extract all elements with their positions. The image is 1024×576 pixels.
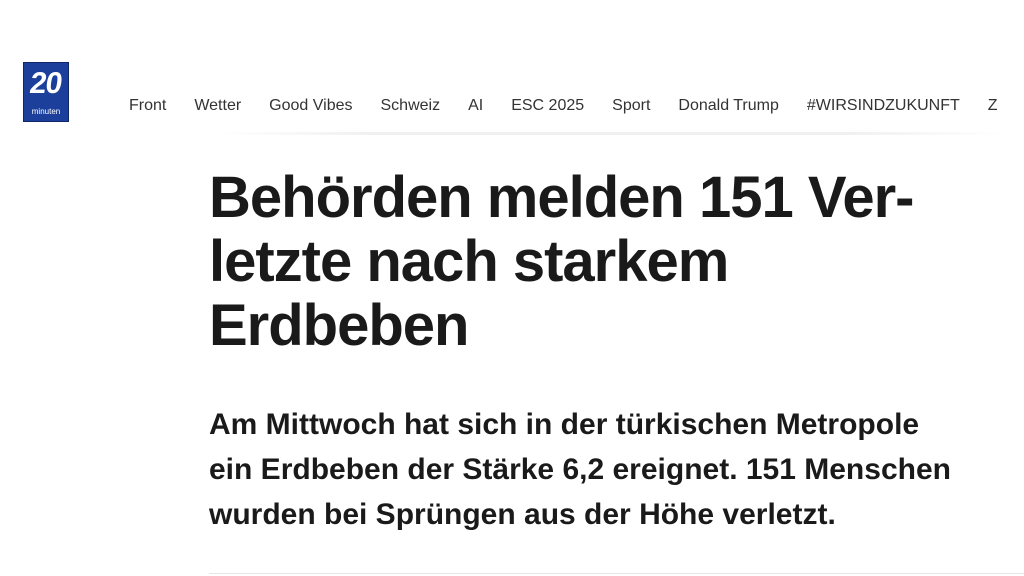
article-headline: Behörden melden 151 Ver- letzte nach sta…	[209, 166, 969, 358]
content-divider	[209, 573, 1024, 574]
nav-item-truncated[interactable]: Z	[974, 93, 1012, 119]
nav-item-donald-trump[interactable]: Donald Trump	[664, 93, 793, 119]
main-navigation: Front Wetter Good Vibes Schweiz AI ESC 2…	[115, 93, 1012, 119]
nav-item-front[interactable]: Front	[115, 93, 180, 119]
20-minuten-logo[interactable]: 20 minuten	[23, 62, 69, 122]
headline-line: letzte nach starkem	[209, 229, 729, 294]
lead-line: wurden bei Sprüngen aus der Höhe verletz…	[209, 498, 836, 531]
article-lead: Am Mittwoch hat sich in der türkischen M…	[209, 402, 1019, 537]
nav-item-wirsindzukunft[interactable]: #WIRSINDZUKUNFT	[793, 93, 974, 119]
lead-line: ein Erdbeben der Stärke 6,2 ereignet. 15…	[209, 453, 951, 486]
lead-line: Am Mittwoch hat sich in der türkischen M…	[209, 408, 920, 441]
nav-item-esc-2025[interactable]: ESC 2025	[497, 93, 598, 119]
nav-item-sport[interactable]: Sport	[598, 93, 664, 119]
headline-line: Behörden melden 151 Ver-	[209, 165, 914, 230]
nav-item-good-vibes[interactable]: Good Vibes	[255, 93, 366, 119]
nav-item-wetter[interactable]: Wetter	[180, 93, 255, 119]
nav-divider-shadow	[215, 132, 1005, 135]
logo-wordmark: minuten	[31, 107, 61, 116]
site-header: 20 minuten Front Wetter Good Vibes Schwe…	[0, 0, 1024, 140]
nav-item-ai[interactable]: AI	[454, 93, 497, 119]
headline-line: Erdbeben	[209, 293, 470, 358]
nav-item-schweiz[interactable]: Schweiz	[367, 93, 455, 119]
logo-number: 20	[28, 67, 65, 100]
